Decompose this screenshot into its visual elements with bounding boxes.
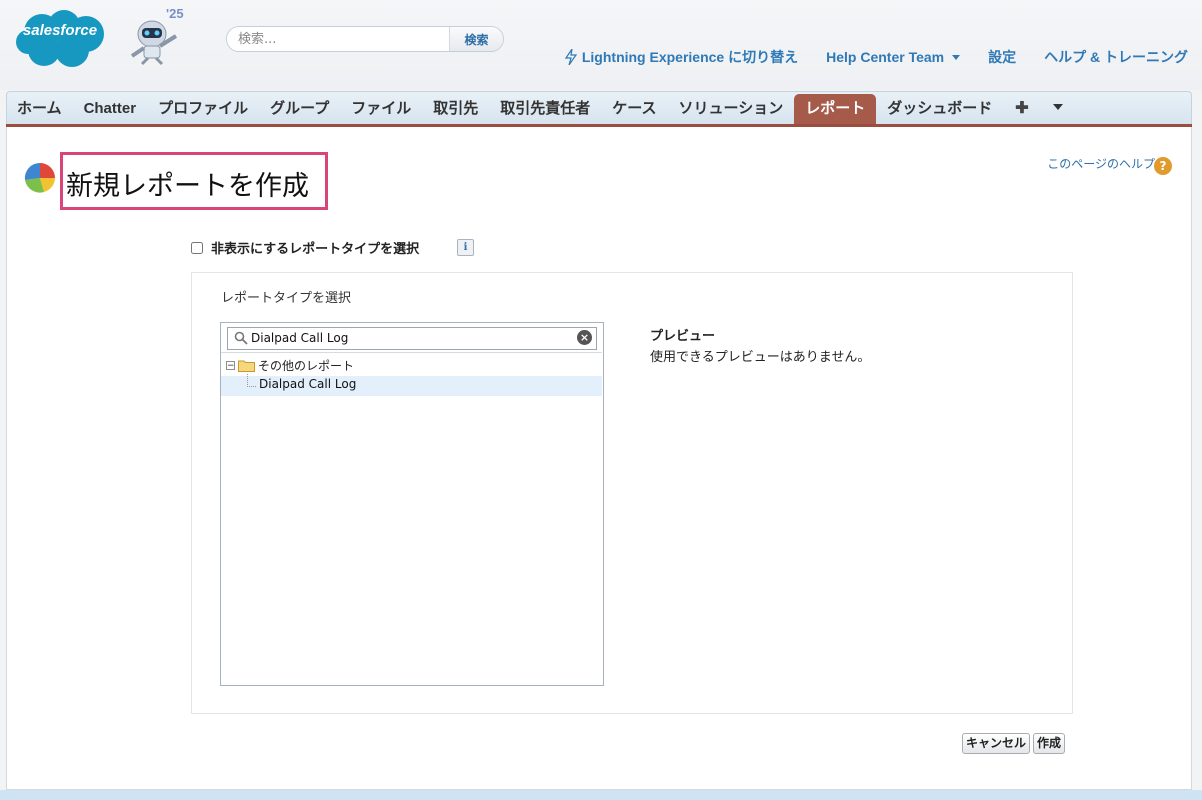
tab-overflow-button[interactable] — [1041, 94, 1075, 124]
setup-link[interactable]: 設定 — [988, 47, 1016, 67]
tree-folder-label: その他のレポート — [258, 358, 355, 373]
release-badge: '25 — [166, 6, 184, 21]
user-menu-label: Help Center Team — [826, 49, 945, 65]
header-links: Lightning Experience に切り替え Help Center T… — [537, 47, 1188, 67]
cancel-button[interactable]: キャンセル — [962, 733, 1031, 754]
logo-text: salesforce — [22, 22, 98, 39]
preview-title: プレビュー — [650, 329, 716, 344]
tab-dashboards[interactable]: ダッシュボード — [876, 94, 1003, 124]
search-icon — [234, 331, 248, 345]
user-menu[interactable]: Help Center Team — [826, 49, 961, 65]
select-report-type-label: レポートタイプを選択 — [221, 291, 352, 306]
tree-folder-row[interactable]: − その他のレポート — [226, 356, 354, 374]
help-question-icon[interactable]: ? — [1154, 157, 1172, 175]
tab-contacts[interactable]: 取引先責任者 — [489, 94, 601, 124]
hidden-types-row: 非表示にするレポートタイプを選択 — [191, 238, 419, 257]
hidden-types-label: 非表示にするレポートタイプを選択 — [211, 242, 420, 257]
tree-divider — [221, 352, 602, 353]
caret-down-icon — [1052, 104, 1063, 111]
tree-item-label[interactable]: Dialpad Call Log — [259, 377, 356, 391]
tab-chatter[interactable]: Chatter — [73, 94, 148, 124]
global-header: salesforce '25 検索 Lightning Experience に… — [0, 0, 1202, 90]
tab-profile[interactable]: プロファイル — [147, 94, 259, 124]
tab-reports[interactable]: レポート — [794, 94, 877, 124]
page-title: 新規レポートを作成 — [66, 171, 309, 202]
tab-files[interactable]: ファイル — [340, 94, 422, 124]
lightning-bolt-icon — [564, 49, 577, 65]
switch-to-lightning-label: Lightning Experience に切り替え — [581, 49, 799, 65]
tab-home[interactable]: ホーム — [6, 94, 73, 124]
hidden-types-checkbox[interactable] — [191, 241, 203, 254]
tab-solutions[interactable]: ソリューション — [668, 94, 795, 124]
tree-search-input[interactable] — [251, 328, 571, 348]
plus-icon: ✚ — [1015, 100, 1029, 117]
all-tabs-button[interactable]: ✚ — [1003, 94, 1040, 124]
chevron-down-icon — [952, 54, 961, 60]
page-help-link[interactable]: このページのヘルプ — [1047, 155, 1155, 172]
footer-strip — [0, 790, 1202, 800]
clear-search-icon[interactable]: × — [577, 330, 592, 345]
preview-text: 使用できるプレビューはありません。 — [650, 350, 871, 365]
global-search-input[interactable] — [227, 27, 456, 51]
folder-icon — [238, 360, 255, 372]
reports-pie-icon — [24, 162, 55, 193]
help-training-link[interactable]: ヘルプ & トレーニング — [1044, 47, 1188, 67]
tree-connector — [247, 374, 256, 387]
global-search: 検索 — [226, 26, 504, 52]
tab-groups[interactable]: グループ — [259, 94, 340, 124]
tab-cases[interactable]: ケース — [601, 94, 667, 124]
create-button[interactable]: 作成 — [1033, 733, 1066, 754]
action-buttons: キャンセル 作成 — [962, 733, 1066, 754]
tabs: ホーム Chatter プロファイル グループ ファイル 取引先 取引先責任者 … — [6, 91, 1075, 124]
tab-accounts[interactable]: 取引先 — [422, 94, 489, 124]
switch-to-lightning-link[interactable]: Lightning Experience に切り替え — [564, 47, 799, 67]
salesforce-logo[interactable] — [14, 8, 106, 70]
global-search-button[interactable]: 検索 — [449, 27, 503, 51]
info-icon[interactable]: i — [457, 239, 474, 256]
collapse-icon[interactable]: − — [226, 360, 235, 370]
